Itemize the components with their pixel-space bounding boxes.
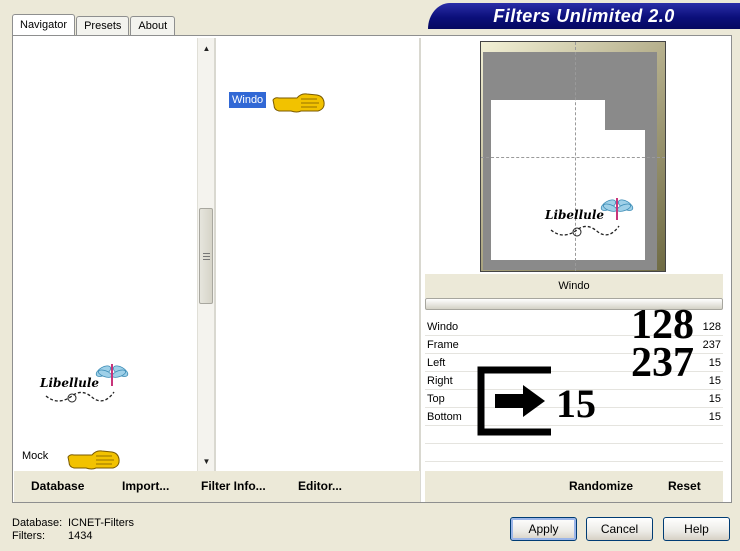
status-filters-value: 1434 (68, 530, 93, 542)
param-label: Bottom (427, 411, 462, 423)
arrow-into-bracket-icon (465, 366, 553, 439)
scroll-down-icon[interactable]: ▼ (198, 453, 215, 470)
param-label: Top (427, 393, 445, 405)
param-value: 128 (702, 321, 721, 333)
param-value: 15 (708, 375, 721, 387)
editor-button[interactable]: Editor... (298, 471, 342, 502)
filter-info-button[interactable]: Filter Info... (201, 471, 266, 502)
param-value: 237 (702, 339, 721, 351)
filter-list-item-selected[interactable]: Windo (229, 92, 267, 108)
param-label: Left (427, 357, 446, 369)
tab-navigator[interactable]: Navigator (12, 14, 76, 36)
apply-button[interactable]: Apply (510, 517, 577, 541)
param-value: 15 (708, 357, 721, 369)
import-button[interactable]: Import... (122, 471, 169, 502)
scroll-up-icon[interactable]: ▲ (198, 40, 215, 57)
category-list[interactable]: Libellule Mock (14, 38, 197, 471)
tab-about[interactable]: About (130, 16, 176, 36)
status-database-label: Database: (12, 517, 63, 529)
database-button[interactable]: Database (31, 471, 84, 502)
pointing-hand-icon-filter (271, 91, 327, 118)
cancel-button[interactable]: Cancel (586, 517, 653, 541)
watermark-text-preview: Libellule (545, 208, 605, 222)
tab-presets[interactable]: Presets (76, 16, 130, 36)
param-value: 15 (708, 411, 721, 423)
pane-divider-left (214, 38, 216, 471)
tab-strip: Navigator Presets About (12, 14, 176, 36)
parameter-toolbar: Randomize Reset (425, 471, 723, 502)
grip-icon (203, 253, 210, 260)
param-label: Windo (427, 321, 459, 333)
randomize-button[interactable]: Randomize (569, 471, 633, 502)
current-filter-name: Windo (425, 274, 723, 298)
preview-crosshair-h (481, 157, 665, 158)
help-button[interactable]: Help (663, 517, 730, 541)
scroll-thumb[interactable] (199, 208, 213, 304)
status-database-value: ICNET-Filters (68, 517, 134, 529)
status-filters-label: Filters: (12, 530, 45, 542)
param-row-empty (425, 444, 723, 462)
libellule-watermark-preview: Libellule (543, 192, 643, 242)
list-item-mock[interactable]: Mock (22, 450, 48, 462)
overlay-value-frame: 237 (631, 340, 694, 386)
param-label: Right (427, 375, 453, 387)
param-label: Frame (427, 339, 459, 351)
navigator-toolbar: Database Import... Filter Info... Editor… (14, 471, 420, 502)
param-value: 15 (708, 393, 721, 405)
preview-thumbnail[interactable]: Libellule (480, 41, 666, 272)
reset-button[interactable]: Reset (668, 471, 701, 502)
category-list-scrollbar[interactable]: ▲ ▼ (197, 38, 214, 471)
libellule-watermark-left: Libellule (38, 358, 138, 418)
watermark-text-left: Libellule (40, 376, 100, 390)
overlay-value-sides: 15 (556, 381, 596, 426)
window-title-banner: Filters Unlimited 2.0 (428, 3, 740, 29)
